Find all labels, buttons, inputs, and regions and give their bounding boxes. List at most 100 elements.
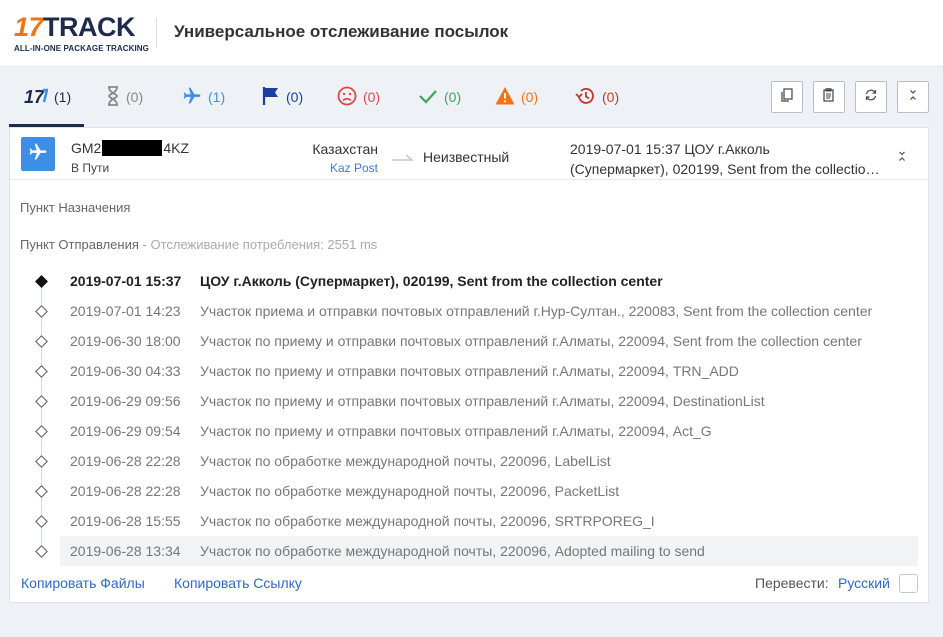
latest-event: 2019-07-01 15:37 ЦОУ г.Акколь (Супермарк… (570, 139, 882, 179)
timeline-event: 2019-06-29 09:54 Участок по приему и отп… (10, 416, 928, 446)
event-description: Участок по обработке международной почты… (200, 513, 655, 529)
tracking-number-prefix: GM2 (71, 140, 102, 156)
destination-country: Неизвестный (423, 149, 510, 165)
card-footer: Копировать Файлы Копировать Ссылку Перев… (10, 565, 928, 603)
copy-files-link[interactable]: Копировать Файлы (21, 575, 145, 591)
event-description: Участок по приему и отправки почтовых от… (200, 333, 862, 349)
tracking-number-suffix: 4KZ (163, 140, 190, 156)
timeline-event: 2019-06-28 22:28 Участок по обработке ме… (10, 446, 928, 476)
event-time: 2019-06-28 15:55 (70, 513, 181, 529)
redacted-block (102, 140, 163, 156)
event-description: Участок приема и отправки почтовых отпра… (200, 303, 873, 319)
header-divider (156, 18, 157, 48)
clipboard-button[interactable] (813, 81, 845, 113)
carrier-link[interactable]: Kaz Post (270, 161, 378, 175)
timeline-event: 2019-07-01 14:23 Участок приема и отправ… (10, 296, 928, 326)
timeline-dot (35, 545, 48, 558)
flag-icon (262, 86, 280, 109)
tab-count: (0) (521, 89, 539, 105)
timeline-dot (35, 335, 48, 348)
tab-not-found[interactable]: (0) (106, 85, 143, 109)
latest-event-line2: (Супермаркет), 020199, Sent from the col… (570, 161, 882, 177)
timeline-event: 2019-06-30 04:33 Участок по приему и отп… (10, 356, 928, 386)
translate-language-link[interactable]: Русский (838, 575, 890, 591)
timeline-dot (35, 365, 48, 378)
tab-expired[interactable]: (0) (574, 85, 619, 109)
event-time: 2019-06-30 04:33 (70, 363, 181, 379)
timeline-event: 2019-06-28 15:55 Участок по обработке ме… (10, 506, 928, 536)
app-header: 17TRACK ALL-IN-ONE PACKAGE TRACKING Унив… (0, 0, 943, 67)
airplane-icon (28, 142, 48, 167)
event-description: ЦОУ г.Акколь (Супермаркет), 020199, Sent… (200, 273, 663, 289)
origin-section-label: Пункт Отправления - Отслеживание потребл… (20, 237, 377, 252)
origin-label: Пункт Отправления (20, 237, 139, 252)
17track-logo-icon: 17 (24, 87, 49, 108)
parcel-status: В Пути (71, 161, 110, 175)
event-time: 2019-06-30 18:00 (70, 333, 181, 349)
latest-event-line1: 2019-07-01 15:37 ЦОУ г.Акколь (570, 141, 770, 157)
history-icon (574, 86, 596, 109)
event-time: 2019-07-01 15:37 (70, 273, 182, 289)
event-description: Участок по обработке международной почты… (200, 483, 620, 499)
airplane-icon (182, 86, 202, 109)
logo-number: 17 (14, 12, 44, 42)
event-description: Участок по обработке международной почты… (200, 543, 705, 559)
event-time: 2019-06-28 22:28 (70, 453, 181, 469)
tab-count: (1) (54, 89, 72, 105)
event-description: Участок по обработке международной почты… (200, 453, 611, 469)
clipboard-icon (822, 87, 836, 107)
logo-tagline: ALL-IN-ONE PACKAGE TRACKING (14, 44, 149, 53)
event-description: Участок по приему и отправки почтовых от… (200, 423, 712, 439)
timeline-dot (35, 305, 48, 318)
tab-count: (1) (208, 89, 226, 105)
tab-alert[interactable]: (0) (495, 85, 538, 109)
sad-face-icon (337, 86, 357, 109)
timeline-dot (35, 485, 48, 498)
refresh-button[interactable] (855, 81, 887, 113)
destination-section-label: Пункт Назначения (20, 200, 131, 215)
timeline-event: 2019-06-28 22:28 Участок по обработке ме… (10, 476, 928, 506)
tab-count: (0) (602, 89, 620, 105)
tab-count: (0) (286, 89, 304, 105)
collapse-all-button[interactable] (897, 81, 929, 113)
svg-text:17: 17 (24, 87, 45, 105)
event-time: 2019-06-29 09:54 (70, 423, 181, 439)
tab-in-transit[interactable]: (1) (182, 85, 225, 109)
parcel-card: GM2 4KZ В Пути Казахстан Kaz Post Неизве… (9, 127, 929, 603)
translate-checkbox[interactable] (899, 574, 918, 593)
logo-word: TRACK (43, 12, 136, 42)
timeline-dot (35, 515, 48, 528)
copy-icon (780, 87, 794, 107)
tab-delivered[interactable]: (0) (418, 85, 461, 109)
timeline-event: 2019-06-28 13:34 Участок по обработке ме… (10, 536, 928, 566)
collapse-all-icon (906, 88, 920, 107)
tab-count: (0) (444, 89, 462, 105)
copy-button[interactable] (771, 81, 803, 113)
tab-count: (0) (363, 89, 381, 105)
tab-pickup[interactable]: (0) (262, 85, 303, 109)
event-description: Участок по приему и отправки почтовых от… (200, 393, 765, 409)
timeline-dot (35, 455, 48, 468)
tracking-time-note: - Отслеживание потребления: 2551 ms (138, 237, 378, 252)
origin-country: Казахстан (312, 141, 378, 157)
parcel-summary[interactable]: GM2 4KZ В Пути Казахстан Kaz Post Неизве… (10, 128, 928, 180)
timeline-event: 2019-06-30 18:00 Участок по приему и отп… (10, 326, 928, 356)
tab-count: (0) (126, 89, 144, 105)
checkmark-icon (418, 86, 438, 109)
timeline-event: 2019-07-01 15:37 ЦОУ г.Акколь (Супермарк… (10, 266, 928, 296)
collapse-icon (894, 151, 910, 168)
event-time: 2019-06-28 13:34 (70, 543, 181, 559)
page-title: Универсальное отслеживание посылок (174, 22, 509, 41)
tab-undelivered[interactable]: (0) (337, 85, 380, 109)
timeline-dot (35, 395, 48, 408)
copy-link-link[interactable]: Копировать Ссылку (174, 575, 302, 591)
collapse-details-button[interactable] (894, 148, 910, 164)
tracking-number[interactable]: GM2 4KZ (71, 140, 189, 156)
warning-icon (495, 86, 515, 109)
event-time: 2019-06-29 09:56 (70, 393, 181, 409)
17track-logo[interactable]: 17TRACK ALL-IN-ONE PACKAGE TRACKING (14, 12, 149, 54)
tab-all[interactable]: 17 (1) (24, 85, 71, 109)
timeline-dot (35, 425, 48, 438)
event-time: 2019-07-01 14:23 (70, 303, 181, 319)
event-description: Участок по приему и отправки почтовых от… (200, 363, 739, 379)
